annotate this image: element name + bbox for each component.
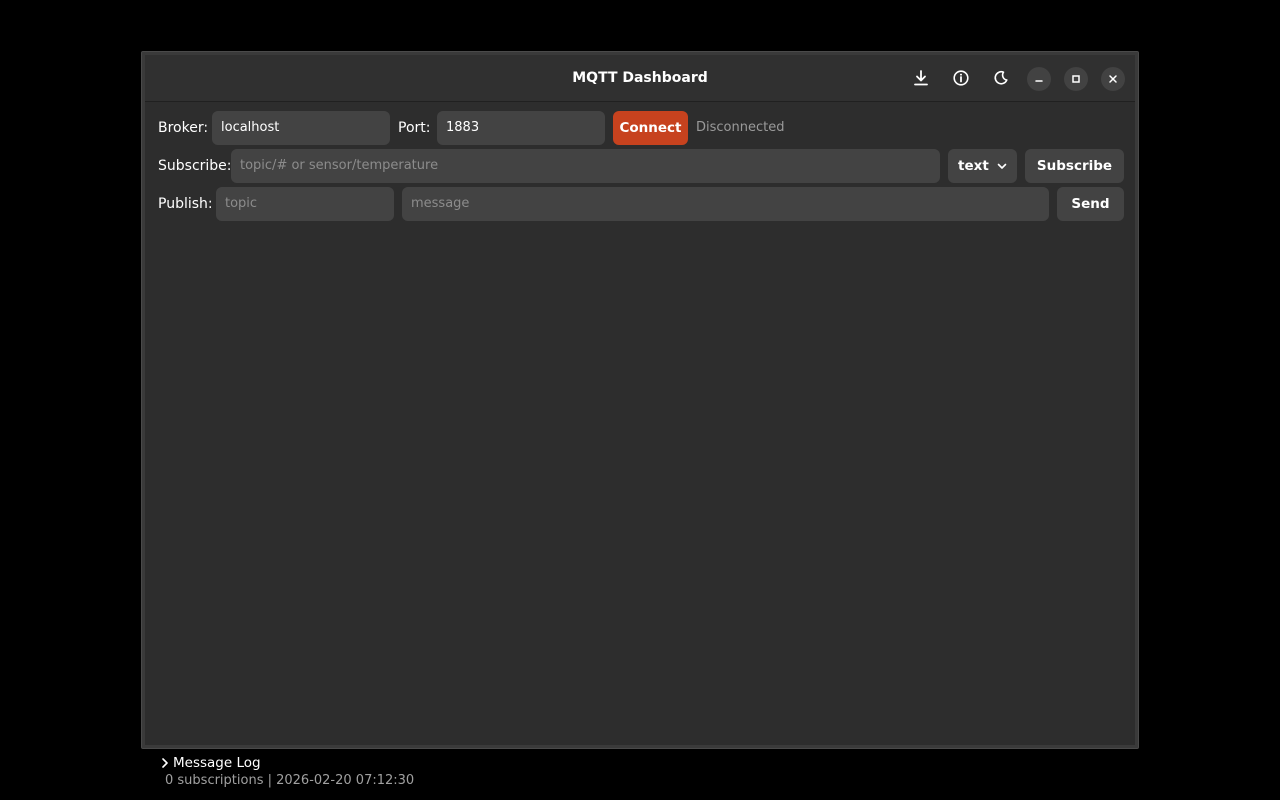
- minimize-button[interactable]: [1027, 67, 1051, 91]
- broker-input[interactable]: [212, 111, 390, 145]
- port-label: Port:: [398, 120, 431, 136]
- subscribe-label: Subscribe:: [158, 158, 232, 174]
- message-log-toggle[interactable]: Message Log: [160, 753, 261, 773]
- maximize-icon: [1072, 75, 1080, 83]
- subscribe-topic-input[interactable]: [231, 149, 940, 183]
- download-icon[interactable]: [909, 66, 933, 90]
- minimize-icon: [1035, 80, 1043, 82]
- connect-button[interactable]: Connect: [613, 111, 688, 145]
- subscribe-button[interactable]: Subscribe: [1025, 149, 1124, 183]
- connection-status: Disconnected: [696, 120, 785, 135]
- close-icon: [1109, 75, 1117, 83]
- publish-label: Publish:: [158, 196, 213, 212]
- format-select-value: text: [958, 158, 989, 174]
- main-content: Broker: Port: Connect Disconnected Subsc…: [145, 103, 1135, 788]
- footer-status: 0 subscriptions | 2026-02-20 07:12:30: [165, 773, 415, 788]
- publish-topic-input[interactable]: [216, 187, 394, 221]
- message-log-label: Message Log: [173, 755, 261, 771]
- titlebar: MQTT Dashboard: [145, 55, 1135, 102]
- publish-message-input[interactable]: [402, 187, 1049, 221]
- info-icon[interactable]: [949, 66, 973, 90]
- close-button[interactable]: [1101, 67, 1125, 91]
- app-window: MQTT Dashboard Broker: Port: Connect Dis…: [141, 51, 1139, 788]
- moon-icon[interactable]: [989, 66, 1013, 90]
- broker-label: Broker:: [158, 120, 209, 136]
- chevron-right-icon: [162, 758, 168, 768]
- window-title: MQTT Dashboard: [572, 70, 708, 86]
- chevron-down-icon: [997, 163, 1007, 169]
- maximize-button[interactable]: [1064, 67, 1088, 91]
- port-input[interactable]: [437, 111, 605, 145]
- format-select[interactable]: text: [948, 149, 1017, 183]
- send-button[interactable]: Send: [1057, 187, 1124, 221]
